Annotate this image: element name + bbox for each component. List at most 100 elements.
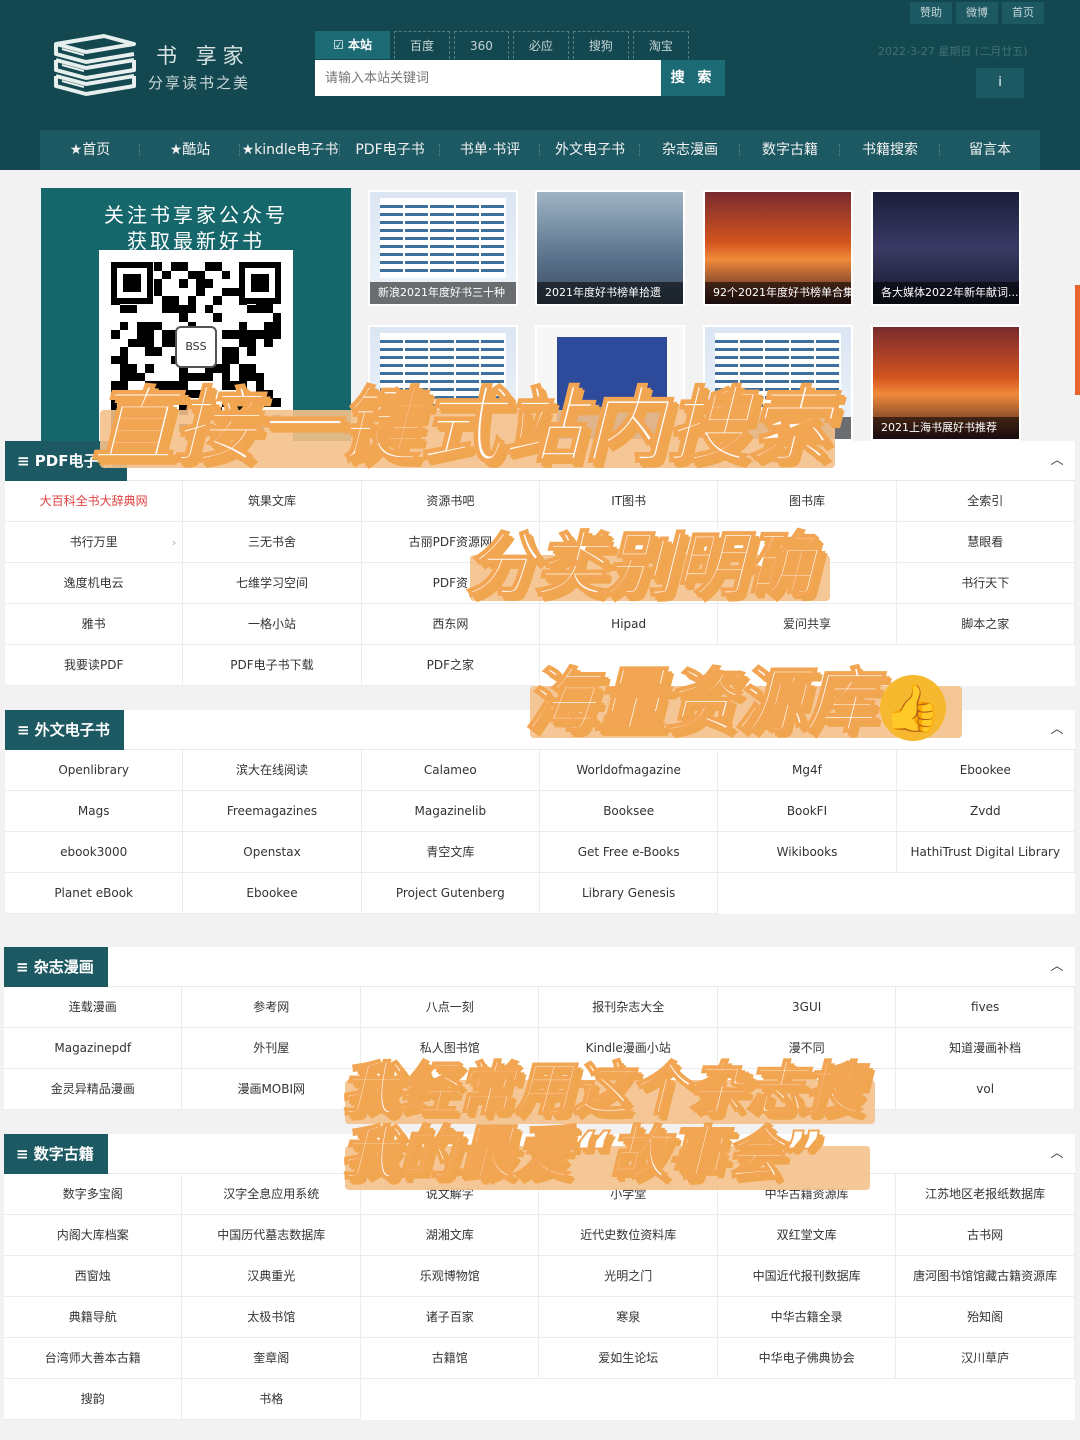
site-link[interactable]: 爱问共享 <box>718 604 897 645</box>
site-link[interactable]: 唐河图书馆馆藏古籍资源库 <box>896 1256 1075 1297</box>
site-link[interactable]: 3GUI <box>717 987 897 1028</box>
site-link[interactable]: 八点一刻 <box>360 987 540 1028</box>
site-link[interactable]: PDF之家 <box>361 645 540 686</box>
site-link[interactable]: 内阁大库档案 <box>4 1215 183 1256</box>
site-link[interactable]: 古籍馆 <box>360 1338 540 1379</box>
top-link-weibo[interactable]: 微博 <box>956 2 998 24</box>
site-link[interactable]: 典籍导航 <box>4 1297 183 1338</box>
site-link[interactable]: 连载漫画 <box>4 987 183 1028</box>
tab-bing[interactable]: 必应 <box>512 31 569 59</box>
top-link-home[interactable]: 首页 <box>1002 2 1044 24</box>
site-link[interactable]: 搜韵 <box>4 1379 183 1420</box>
site-link[interactable]: Openlibrary <box>5 750 184 791</box>
site-link[interactable]: 书格 <box>182 1379 361 1420</box>
nav-ancient[interactable]: 数字古籍 <box>740 130 840 170</box>
site-link[interactable]: Magazinepdf <box>4 1028 183 1069</box>
site-link[interactable]: fives <box>896 987 1075 1028</box>
tab-sogou[interactable]: 搜狗 <box>572 31 629 59</box>
article-thumbnail[interactable]: 各大媒体2022年新年献词... <box>871 190 1021 306</box>
article-thumbnail[interactable]: 2021年度好书榜单拾遗 <box>535 190 685 306</box>
books-logo-icon[interactable] <box>50 30 140 100</box>
search-input[interactable] <box>315 60 661 96</box>
site-link[interactable]: Ebookee <box>896 750 1075 791</box>
site-link[interactable]: 汉川草庐 <box>896 1338 1075 1379</box>
site-link[interactable]: ebook3000 <box>5 832 184 873</box>
nav-book-search[interactable]: 书籍搜索 <box>840 130 940 170</box>
site-link[interactable]: 全索引 <box>896 481 1075 522</box>
tab-site[interactable]: ☑ 本站 <box>315 31 390 59</box>
nav-magazines[interactable]: 杂志漫画 <box>640 130 740 170</box>
site-link[interactable]: 诸子百家 <box>360 1297 540 1338</box>
nav-kindle[interactable]: ★kindle电子书 <box>240 130 340 170</box>
site-link[interactable]: Library Genesis <box>539 873 719 914</box>
site-link[interactable]: 殆知阁 <box>896 1297 1075 1338</box>
nav-pdf[interactable]: PDF电子书 <box>340 130 440 170</box>
chevron-up-icon[interactable]: ︿ <box>1047 957 1067 977</box>
site-link[interactable]: 中华电子佛典协会 <box>717 1338 897 1379</box>
site-link[interactable]: 中华古籍全录 <box>717 1297 897 1338</box>
site-link[interactable]: 中国历代墓志数据库 <box>182 1215 361 1256</box>
site-link[interactable]: Mags <box>5 791 184 832</box>
site-link[interactable]: 台湾师大善本古籍 <box>4 1338 183 1379</box>
nav-booklists[interactable]: 书单·书评 <box>440 130 540 170</box>
site-link[interactable]: 太极书馆 <box>182 1297 361 1338</box>
site-link[interactable]: Worldofmagazine <box>539 750 719 791</box>
site-link[interactable]: 寒泉 <box>539 1297 718 1338</box>
site-link[interactable]: Calameo <box>361 750 540 791</box>
site-link[interactable]: Mg4f <box>718 750 897 791</box>
site-link[interactable]: Hipad <box>539 604 719 645</box>
site-link[interactable]: 参考网 <box>182 987 361 1028</box>
site-link[interactable]: 数字多宝阁 <box>4 1174 183 1215</box>
site-link[interactable]: Wikibooks <box>718 832 897 873</box>
article-thumbnail[interactable]: 92个2021年度好书榜单合集 <box>703 190 853 306</box>
site-link[interactable]: IT图书 <box>539 481 719 522</box>
site-link[interactable]: 滨大在线阅读 <box>183 750 362 791</box>
site-link[interactable]: 汉典重光 <box>182 1256 361 1297</box>
site-name[interactable]: 书 享家 <box>156 40 250 70</box>
site-link[interactable]: 汉字全息应用系统 <box>182 1174 361 1215</box>
chevron-up-icon[interactable]: ︿ <box>1047 1144 1067 1164</box>
site-link[interactable]: 大百科全书大辞典网 <box>5 481 184 522</box>
site-link[interactable]: 奎章阁 <box>182 1338 361 1379</box>
site-link[interactable]: Zvdd <box>896 791 1075 832</box>
tab-360[interactable]: 360 <box>453 31 509 59</box>
site-link[interactable]: 外刊屋 <box>182 1028 361 1069</box>
site-link[interactable]: 西窗烛 <box>4 1256 183 1297</box>
site-link[interactable]: 漫画MOBI网 <box>182 1069 361 1110</box>
site-link[interactable]: 中国近代报刊数据库 <box>717 1256 897 1297</box>
site-link[interactable]: Magazinelib <box>361 791 540 832</box>
site-link[interactable]: Ebookee <box>183 873 362 914</box>
site-link[interactable]: Planet eBook <box>5 873 184 914</box>
top-link-sponsor[interactable]: 赞助 <box>910 2 952 24</box>
site-link[interactable]: Booksee <box>539 791 719 832</box>
site-link[interactable]: 筑果文库 <box>183 481 362 522</box>
site-link[interactable]: 双红堂文库 <box>717 1215 897 1256</box>
site-link[interactable]: HathiTrust Digital Library <box>896 832 1075 873</box>
site-link[interactable]: vol <box>896 1069 1075 1110</box>
site-link[interactable]: 乐观博物馆 <box>360 1256 540 1297</box>
site-link[interactable]: 资源书吧 <box>361 481 540 522</box>
nav-cool-sites[interactable]: ★酷站 <box>140 130 240 170</box>
tab-taobao[interactable]: 淘宝 <box>632 31 689 59</box>
site-link[interactable]: 金灵异精品漫画 <box>4 1069 183 1110</box>
chevron-up-icon[interactable]: ︿ <box>1047 451 1067 471</box>
site-link[interactable]: 报刊杂志大全 <box>539 987 718 1028</box>
site-link[interactable]: 慧眼看 <box>896 522 1075 563</box>
site-link[interactable]: 七维学习空间 <box>183 563 362 604</box>
site-link[interactable]: 雅书 <box>5 604 184 645</box>
site-link[interactable]: BookFI <box>718 791 897 832</box>
info-icon[interactable]: i <box>976 68 1024 98</box>
site-link[interactable]: 逸度机电云 <box>5 563 184 604</box>
search-button[interactable]: 搜 索 <box>661 60 725 96</box>
site-link[interactable]: 书行万里 › <box>5 522 184 563</box>
site-link[interactable]: 西东网 <box>361 604 540 645</box>
site-link[interactable]: 爱如生论坛 <box>539 1338 718 1379</box>
site-link[interactable]: 一格小站 <box>183 604 362 645</box>
site-link[interactable]: Freemagazines <box>183 791 362 832</box>
article-thumbnail[interactable]: 新浪2021年度好书三十种 <box>368 190 518 306</box>
site-link[interactable]: 知道漫画补档 <box>896 1028 1075 1069</box>
site-link[interactable]: 近代史数位资料库 <box>539 1215 718 1256</box>
site-link[interactable]: 江苏地区老报纸数据库 <box>896 1174 1075 1215</box>
site-link[interactable]: 光明之门 <box>539 1256 718 1297</box>
chevron-up-icon[interactable]: ︿ <box>1047 720 1067 740</box>
